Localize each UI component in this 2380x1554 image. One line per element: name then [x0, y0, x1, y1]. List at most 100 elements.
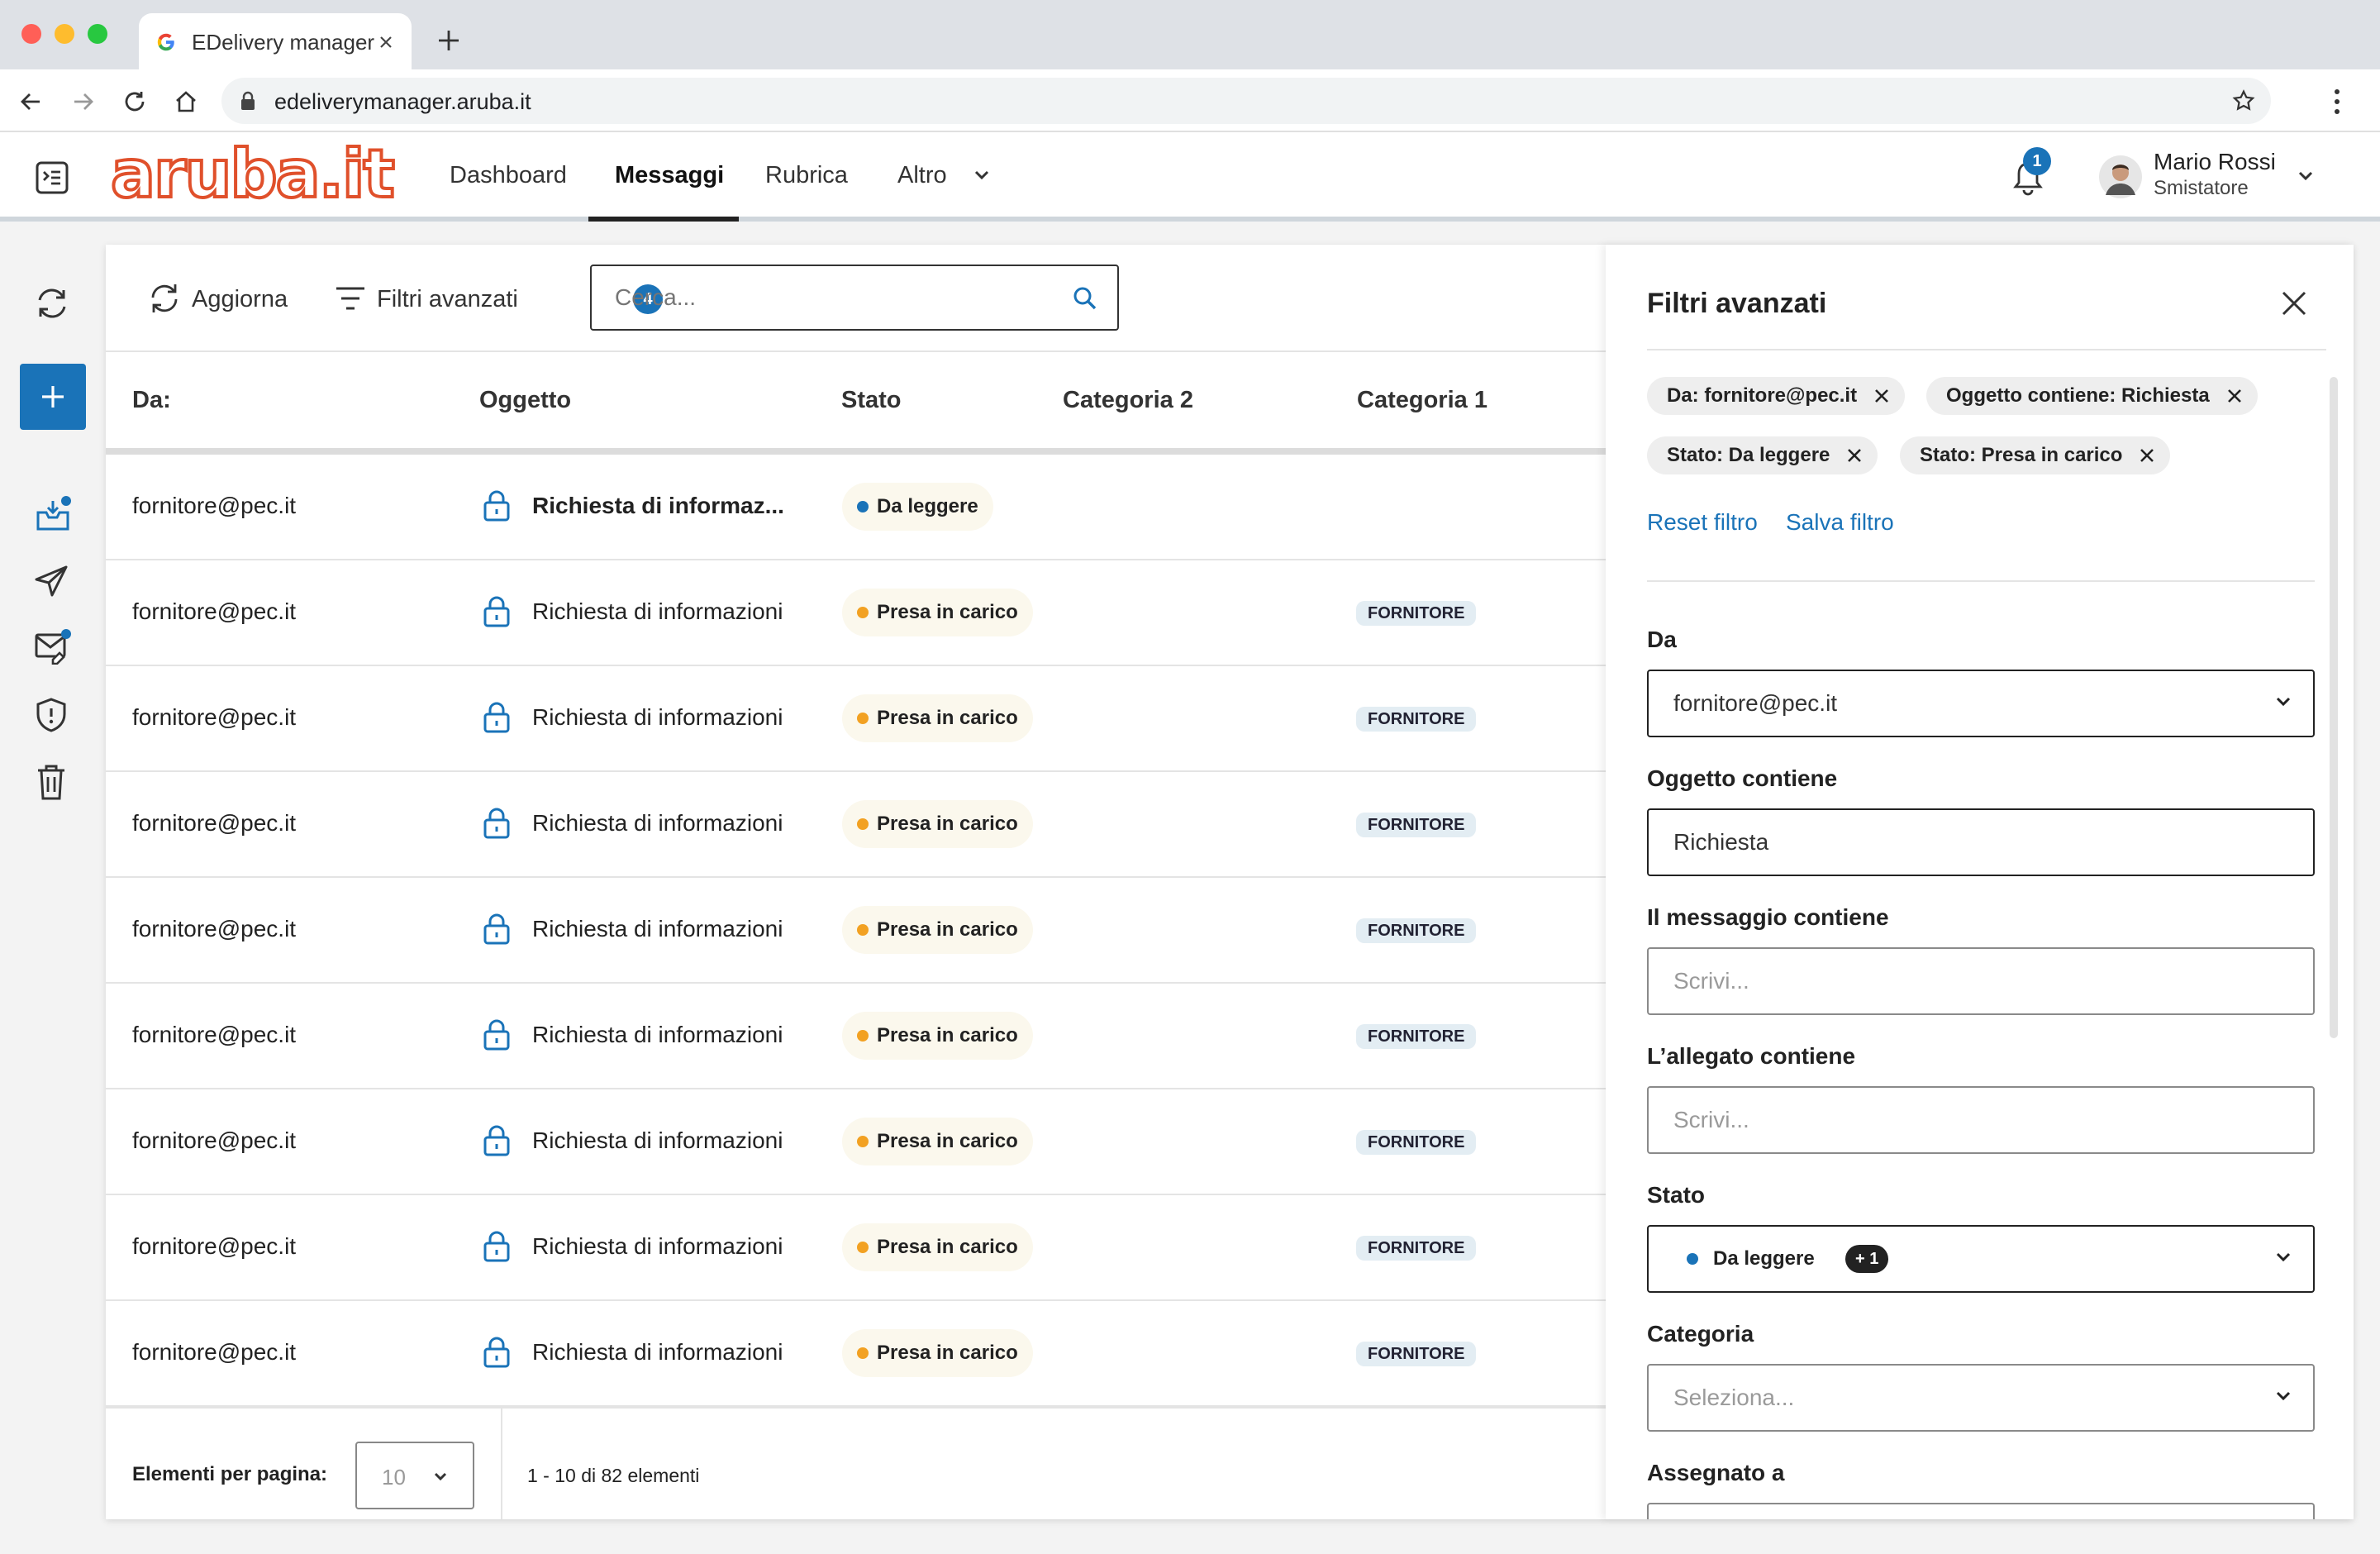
status-label: Presa in carico — [877, 1236, 1018, 1258]
avatar[interactable] — [2099, 155, 2142, 198]
panel-scrollbar[interactable] — [2330, 377, 2338, 1038]
table-row[interactable]: fornitore@pec.it Richiesta di informazion… — [106, 878, 1606, 984]
search-field[interactable] — [590, 265, 1119, 331]
refresh-icon — [151, 284, 178, 312]
search-input[interactable] — [615, 281, 1045, 314]
advanced-filters-label: Filtri avanzati — [377, 286, 518, 312]
per-page-select[interactable]: 10 — [355, 1442, 474, 1509]
forward-icon[interactable] — [71, 89, 96, 114]
status-badge: Presa in carico — [842, 906, 1033, 954]
category-tag: FORNITORE — [1356, 1024, 1477, 1049]
trash-icon[interactable] — [33, 762, 69, 802]
browser-tab[interactable]: EDelivery manager — [139, 13, 412, 69]
row-from: fornitore@pec.it — [132, 598, 297, 624]
maximize-window-dot[interactable] — [88, 24, 107, 44]
status-dot — [857, 924, 869, 936]
column-header-category-2[interactable]: Categoria 2 — [1063, 387, 1193, 414]
new-tab-icon[interactable] — [436, 28, 461, 53]
remove-chip-icon[interactable] — [2226, 388, 2243, 404]
bookmark-star-icon[interactable] — [2231, 88, 2256, 113]
remove-chip-icon[interactable] — [2139, 447, 2155, 464]
category-label: Categoria — [1647, 1321, 1754, 1347]
pagination-separator — [501, 1409, 502, 1519]
table-row[interactable]: fornitore@pec.it Richiesta di informazion… — [106, 1301, 1606, 1407]
reload-icon[interactable] — [122, 89, 147, 114]
save-filter-link[interactable]: Salva filtro — [1786, 509, 1894, 536]
nav-altro[interactable]: Altro — [897, 162, 947, 189]
filter-chip-label: Oggetto contiene: Richiesta — [1946, 384, 2210, 407]
table-row[interactable]: fornitore@pec.it Richiesta di informazion… — [106, 772, 1606, 878]
column-header-category-1[interactable]: Categoria 1 — [1357, 387, 1488, 414]
filter-chip-label: Da: fornitore@pec.it — [1667, 384, 1858, 407]
user-role: Smistatore — [2154, 177, 2249, 199]
reset-filter-link[interactable]: Reset filtro — [1647, 509, 1758, 536]
chevron-down-icon[interactable] — [973, 169, 990, 181]
lock-icon — [483, 913, 511, 946]
table-row[interactable]: fornitore@pec.it Richiesta di informazion… — [106, 1089, 1606, 1195]
table-row[interactable]: fornitore@pec.it Richiesta di informazion… — [106, 1195, 1606, 1301]
aruba-logo[interactable]: aruba.it — [109, 134, 397, 214]
category-select[interactable]: Seleziona... — [1647, 1364, 2315, 1432]
filter-icon — [336, 287, 364, 310]
search-icon[interactable] — [1071, 284, 1099, 312]
address-bar[interactable]: edeliverymanager.aruba.it — [221, 78, 2271, 124]
status-label: Presa in carico — [877, 918, 1018, 941]
filter-chip-status-to-read[interactable]: Stato: Da leggere — [1647, 436, 1878, 474]
filter-chip-label: Stato: Presa in carico — [1920, 444, 2123, 466]
category-tag: FORNITORE — [1356, 707, 1477, 732]
status-label: Presa in carico — [877, 1342, 1018, 1364]
minimize-window-dot[interactable] — [55, 24, 74, 44]
status-dot — [857, 1030, 869, 1042]
nav-messaggi[interactable]: Messaggi — [615, 162, 724, 189]
lock-icon — [483, 701, 511, 734]
message-label: Il messaggio contiene — [1647, 904, 1889, 930]
status-dot — [857, 1242, 869, 1253]
assigned-select[interactable] — [1647, 1503, 2315, 1519]
remove-chip-icon[interactable] — [1873, 388, 1890, 404]
subject-input[interactable]: Richiesta — [1647, 808, 2315, 876]
nav-rubrica[interactable]: Rubrica — [765, 162, 848, 189]
column-header-from[interactable]: Da: — [132, 387, 171, 414]
spam-shield-icon[interactable] — [33, 696, 69, 734]
attachment-input[interactable]: Scrivi... — [1647, 1086, 2315, 1154]
new-message-button[interactable] — [20, 364, 86, 430]
user-menu-chevron-icon[interactable] — [2297, 170, 2314, 182]
from-select[interactable]: fornitore@pec.it — [1647, 670, 2315, 737]
filter-chip-subject[interactable]: Oggetto contiene: Richiesta — [1926, 377, 2258, 415]
row-subject: Richiesta di informazioni — [532, 1022, 783, 1047]
assigned-label: Assegnato a — [1647, 1460, 1785, 1485]
row-from: fornitore@pec.it — [132, 916, 297, 941]
table-row[interactable]: fornitore@pec.it Richiesta di informazion… — [106, 666, 1606, 772]
column-header-subject[interactable]: Oggetto — [479, 387, 571, 414]
status-dot — [857, 713, 869, 724]
browser-toolbar: edeliverymanager.aruba.it — [0, 69, 2380, 132]
lock-icon — [483, 1018, 511, 1051]
status-badge: Presa in carico — [842, 694, 1033, 742]
message-input[interactable]: Scrivi... — [1647, 947, 2315, 1015]
app-header: aruba.it Dashboard Messaggi Rubrica Altr… — [0, 132, 2380, 222]
remove-chip-icon[interactable] — [1846, 447, 1863, 464]
mail-draft-icon[interactable] — [33, 628, 73, 665]
filter-chip-from[interactable]: Da: fornitore@pec.it — [1647, 377, 1906, 415]
table-row[interactable]: fornitore@pec.it Richiesta di informazion… — [106, 984, 1606, 1089]
inbox-icon[interactable] — [33, 494, 73, 534]
close-window-dot[interactable] — [21, 24, 41, 44]
sync-icon[interactable] — [33, 286, 71, 321]
table-header-divider — [106, 448, 1606, 455]
table-row[interactable]: fornitore@pec.it Richiesta di informaz...… — [106, 455, 1606, 560]
browser-menu-icon[interactable] — [2332, 88, 2342, 116]
table-row[interactable]: fornitore@pec.it Richiesta di informazion… — [106, 560, 1606, 666]
nav-dashboard[interactable]: Dashboard — [450, 162, 567, 189]
column-header-status[interactable]: Stato — [841, 387, 902, 414]
close-icon[interactable] — [2280, 289, 2308, 317]
category-tag: FORNITORE — [1356, 1236, 1477, 1261]
back-icon[interactable] — [18, 89, 43, 114]
filter-chip-status-in-charge[interactable]: Stato: Presa in carico — [1900, 436, 2171, 474]
row-from: fornitore@pec.it — [132, 1339, 297, 1365]
close-tab-icon[interactable] — [378, 35, 393, 50]
sent-icon[interactable] — [33, 564, 71, 598]
home-icon[interactable] — [174, 89, 198, 114]
message-placeholder: Scrivi... — [1673, 968, 1749, 994]
state-select[interactable]: Da leggere + 1 — [1647, 1225, 2315, 1293]
sidebar-toggle-icon[interactable] — [35, 160, 69, 195]
